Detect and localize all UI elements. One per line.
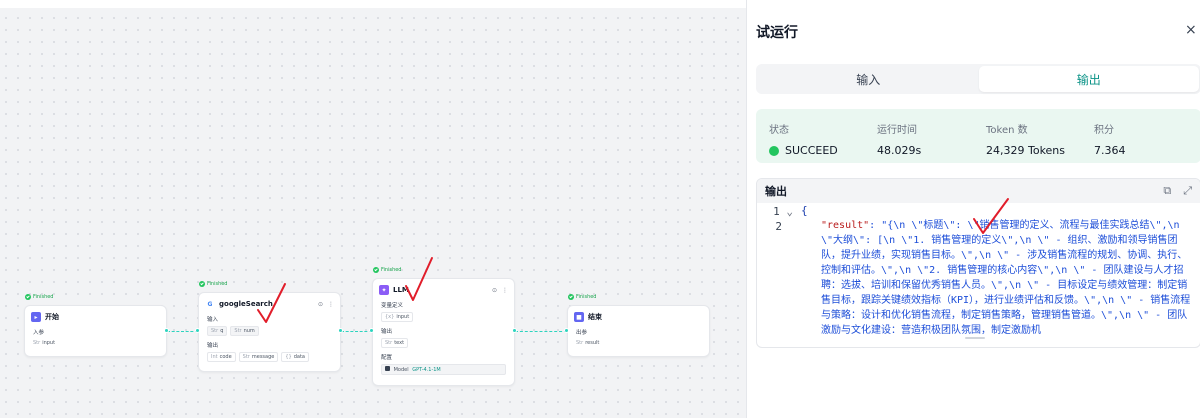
end-in-port[interactable]	[564, 328, 569, 333]
check-circle-icon	[199, 281, 205, 287]
json-value: : "{\n \"标题\": \"销售管理的定义、流程与最佳实践总结\",\n …	[821, 220, 1191, 336]
success-dot-icon	[769, 145, 779, 156]
panel-title: 试运行	[756, 25, 798, 41]
model-icon	[385, 366, 390, 371]
token-count-label: Token 数	[986, 125, 1028, 136]
param-chip-result: Str result	[576, 339, 603, 347]
status-label: 状态	[769, 125, 789, 136]
search-node-header: G googleSearch ⊙ ⋮	[199, 293, 340, 313]
start-params-label: 入参	[33, 330, 45, 336]
llm-output-label: 输出	[381, 329, 393, 335]
search-status-badge: Finished	[199, 281, 227, 287]
workflow-canvas[interactable]: Finished ▸ 开始 入参 Str input Finished G goo…	[0, 0, 746, 418]
line-gutter: 1 ⌄ 2	[773, 205, 793, 233]
connector-start-search	[167, 331, 198, 332]
model-value: GPT-4.1-1M	[412, 367, 441, 373]
llm-node[interactable]: ✦ LLM ⊙ ⋮ 变量定义 {x} input 输出 Str text 配置 Mo…	[372, 278, 515, 386]
llm-node-header: ✦ LLM ⊙ ⋮	[373, 279, 514, 299]
run-node-icon[interactable]: ⊙	[492, 287, 497, 294]
end-node-title: 结束	[588, 313, 602, 321]
panel-tabs: 输入 输出	[756, 64, 1200, 94]
copy-icon[interactable]: ⧉	[1163, 184, 1171, 198]
llm-vars-label: 变量定义	[381, 303, 404, 309]
llm-icon: ✦	[379, 285, 389, 295]
points-label: 积分	[1094, 125, 1114, 136]
run-time-value: 48.029s	[877, 144, 922, 157]
run-status-card: 状态 SUCCEED 运行时间 48.029s Token 数 24,329 T…	[756, 109, 1200, 163]
search-input-label: 输入	[207, 317, 219, 323]
llm-out-port[interactable]	[512, 328, 517, 333]
check-circle-icon	[373, 267, 379, 273]
end-node[interactable]: ■ 结束 出参 Str result	[567, 305, 710, 357]
param-chip-input: Str input	[33, 339, 59, 347]
run-node-icon[interactable]: ⊙	[318, 301, 323, 308]
start-node-title: 开始	[45, 313, 59, 321]
tab-input[interactable]: 输入	[758, 66, 979, 92]
end-node-header: ■ 结束	[568, 306, 709, 326]
output-chip-text: Str text	[381, 338, 409, 348]
close-icon[interactable]: ×	[1185, 22, 1197, 38]
canvas-top-strip	[0, 0, 746, 8]
status-value: SUCCEED	[785, 144, 838, 157]
start-node[interactable]: ▸ 开始 入参 Str input	[24, 305, 167, 357]
code-line-2: "result": "{\n \"标题\": \"销售管理的定义、流程与最佳实践…	[821, 218, 1191, 338]
check-circle-icon	[568, 294, 574, 300]
start-out-port[interactable]	[164, 328, 169, 333]
search-out-port[interactable]	[338, 328, 343, 333]
model-selector[interactable]: Model GPT-4.1-1M	[381, 364, 506, 375]
google-icon: G	[205, 299, 215, 309]
output-title: 输出	[765, 185, 787, 198]
start-node-header: ▸ 开始	[25, 306, 166, 326]
google-search-node[interactable]: G googleSearch ⊙ ⋮ 输入 Str q Str num 输出 Int…	[198, 292, 341, 372]
scroll-indicator[interactable]	[965, 337, 985, 339]
points-value: 7.364	[1094, 144, 1126, 157]
start-status-badge: Finished	[25, 294, 53, 300]
end-icon: ■	[574, 312, 584, 322]
search-in-port[interactable]	[195, 328, 200, 333]
connector-search-llm	[341, 331, 372, 332]
json-key: "result"	[821, 220, 870, 231]
end-status-badge: Finished	[568, 294, 596, 300]
llm-node-title: LLM	[393, 286, 409, 294]
code-line-1: {	[801, 204, 808, 217]
var-chip-input: {x} input	[381, 312, 414, 322]
start-icon: ▸	[31, 312, 41, 322]
llm-status-badge: Finished	[373, 267, 401, 273]
search-output-label: 输出	[207, 343, 219, 349]
expand-icon[interactable]: ⤢	[1183, 184, 1192, 198]
output-box: 输出 ⧉ ⤢ 1 ⌄ 2 { "result": "{\n \"标题\": \"…	[756, 178, 1200, 348]
tab-output[interactable]: 输出	[978, 66, 1199, 92]
connector-llm-end	[515, 331, 567, 332]
end-params-label: 出参	[576, 330, 588, 336]
chevron-down-icon[interactable]: ⌄	[786, 205, 793, 218]
search-node-title: googleSearch	[219, 300, 273, 308]
output-chip-data: {} data	[281, 352, 309, 362]
output-chip-code: Int code	[207, 352, 236, 362]
llm-in-port[interactable]	[369, 328, 374, 333]
run-time-label: 运行时间	[877, 125, 917, 136]
more-menu-icon[interactable]: ⋮	[502, 287, 508, 294]
llm-config-label: 配置	[381, 355, 393, 361]
check-circle-icon	[25, 294, 31, 300]
test-run-panel: 试运行 × 输入 输出 状态 SUCCEED 运行时间 48.029s Toke…	[746, 0, 1200, 418]
input-chip-num: Str num	[230, 326, 259, 336]
token-count-value: 24,329 Tokens	[986, 144, 1066, 157]
output-chip-message: Str message	[238, 352, 279, 362]
more-menu-icon[interactable]: ⋮	[328, 301, 334, 308]
input-chip-q: Str q	[207, 326, 228, 336]
